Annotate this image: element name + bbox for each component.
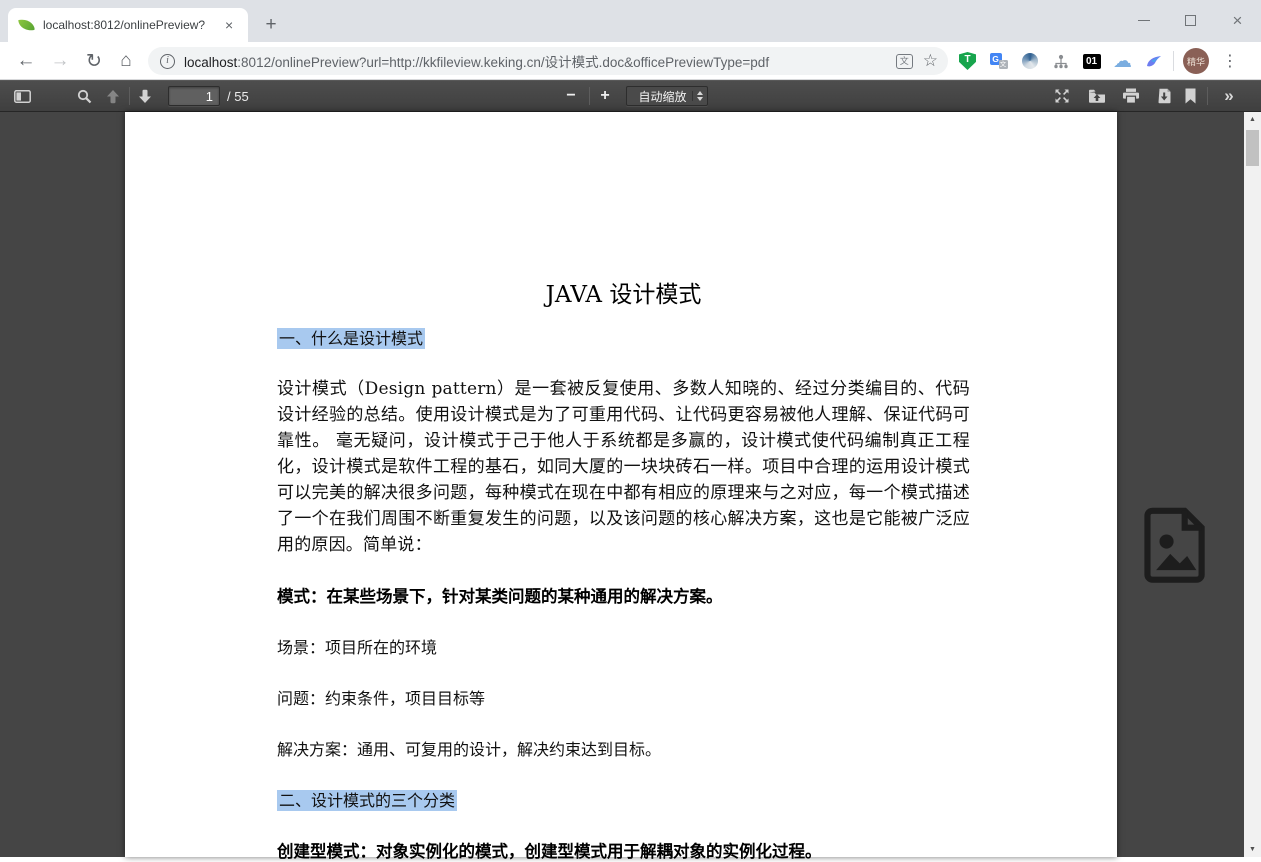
broken-image-icon	[1140, 504, 1214, 584]
extension-shield-button[interactable]: T	[952, 42, 983, 80]
scroll-up-arrow[interactable]: ▲	[1244, 112, 1261, 127]
address-bar[interactable]: i localhost:8012/onlinePreview?url=http:…	[148, 47, 948, 75]
browser-menu-button[interactable]: ⋮	[1214, 51, 1246, 71]
bird-icon	[1145, 53, 1163, 69]
sitemap-icon	[1053, 54, 1069, 69]
reload-button[interactable]: ↻	[80, 42, 108, 80]
select-arrows-icon	[692, 91, 703, 101]
01-badge-icon: 01	[1083, 54, 1101, 69]
fullscreen-icon	[1054, 88, 1070, 104]
window-controls: ×	[1120, 0, 1261, 40]
doc-bold-line: 创建型模式：对象实例化的模式，创建型模式用于解耦对象的实例化过程。	[277, 838, 970, 862]
scrollbar-thumb[interactable]	[1246, 130, 1259, 166]
bookmark-star-icon[interactable]: ☆	[923, 51, 938, 71]
page-number-input[interactable]	[168, 86, 220, 106]
page-count-label: / 55	[227, 80, 249, 112]
toolbar-divider	[1207, 87, 1208, 105]
tab-title: localhost:8012/onlinePreview?	[43, 18, 221, 32]
zoom-in-button[interactable]: +	[592, 80, 618, 112]
open-folder-icon	[1088, 89, 1106, 103]
translate-page-icon[interactable]: 文	[896, 54, 913, 69]
search-button[interactable]	[70, 80, 98, 112]
profile-avatar[interactable]: 精华	[1183, 48, 1209, 74]
zoom-level-select[interactable]: 自动缩放	[626, 86, 708, 106]
forward-button[interactable]: →	[46, 42, 74, 80]
zoom-level-value: 自动缩放	[637, 88, 688, 105]
previous-page-button[interactable]	[100, 80, 126, 112]
minimize-button[interactable]	[1120, 0, 1167, 40]
vertical-scrollbar[interactable]: ▲ ▼	[1244, 112, 1261, 857]
doc-line: 场景：项目所在的环境	[277, 634, 970, 658]
doc-heading-1: 一、什么是设计模式	[277, 325, 970, 349]
url-text[interactable]: localhost:8012/onlinePreview?url=http://…	[184, 51, 888, 71]
doc-heading-2: 二、设计模式的三个分类	[277, 787, 970, 811]
spring-leaf-favicon	[18, 17, 35, 34]
download-button[interactable]	[1150, 80, 1178, 112]
extension-row: T G 文 01 ☁	[952, 42, 1246, 80]
url-path: :8012/onlinePreview?url=http://kkfilevie…	[237, 55, 769, 70]
extension-sitemap-button[interactable]	[1045, 42, 1076, 80]
extension-swirl-button[interactable]	[1014, 42, 1045, 80]
arrow-up-icon	[106, 89, 120, 104]
toggle-sidebar-button[interactable]	[8, 80, 36, 112]
maximize-icon	[1185, 15, 1196, 26]
maximize-button[interactable]	[1167, 0, 1214, 40]
download-icon	[1157, 88, 1172, 104]
translate-icon: G 文	[990, 53, 1008, 69]
tab-strip: localhost:8012/onlinePreview? × + ×	[0, 0, 1261, 42]
browser-toolbar: ← → ↻ ⌂ i localhost:8012/onlinePreview?u…	[0, 42, 1261, 80]
open-file-button[interactable]	[1082, 80, 1112, 112]
browser-tab[interactable]: localhost:8012/onlinePreview? ×	[8, 8, 248, 42]
bookmark-view-button[interactable]	[1178, 80, 1202, 112]
cloud-icon: ☁	[1113, 52, 1132, 71]
toolbar-divider	[129, 87, 130, 105]
extension-cloud-button[interactable]: ☁	[1107, 42, 1138, 80]
doc-line: 解决方案：通用、可复用的设计，解决约束达到目标。	[277, 736, 970, 760]
extension-bird-button[interactable]	[1138, 42, 1169, 80]
print-button[interactable]	[1116, 80, 1146, 112]
zoom-out-button[interactable]: −	[558, 80, 584, 112]
document-title: JAVA 设计模式	[277, 275, 970, 309]
arrow-down-icon	[138, 89, 152, 104]
extension-01-button[interactable]: 01	[1076, 42, 1107, 80]
shield-icon: T	[959, 52, 976, 70]
next-page-button[interactable]	[132, 80, 158, 112]
pdf-page: JAVA 设计模式 一、什么是设计模式 设计模式（Design pattern）…	[125, 112, 1117, 857]
minimize-icon	[1138, 20, 1150, 21]
doc-bold-line: 模式：在某些场景下，针对某类问题的某种通用的解决方案。	[277, 583, 970, 607]
search-icon	[77, 89, 92, 104]
bookmark-icon	[1185, 88, 1196, 104]
new-tab-button[interactable]: +	[258, 12, 284, 38]
doc-paragraph: 设计模式（Design pattern）是一套被反复使用、多数人知晓的、经过分类…	[277, 376, 970, 558]
close-button[interactable]: ×	[1214, 0, 1261, 40]
close-icon: ×	[1233, 12, 1243, 29]
presentation-mode-button[interactable]	[1048, 80, 1076, 112]
doc-line: 问题：约束条件，项目目标等	[277, 685, 970, 709]
toolbar-divider	[589, 87, 590, 105]
toolbar-divider	[1173, 51, 1174, 71]
sidebar-icon	[14, 90, 31, 103]
more-tools-button[interactable]: »	[1214, 80, 1244, 112]
page-info-icon[interactable]: i	[160, 54, 175, 69]
home-button[interactable]: ⌂	[112, 42, 140, 80]
url-host: localhost	[184, 55, 237, 70]
extension-translate-button[interactable]: G 文	[983, 42, 1014, 80]
back-button[interactable]: ←	[12, 42, 40, 80]
scroll-down-arrow[interactable]: ▼	[1244, 842, 1261, 857]
tab-close-icon[interactable]: ×	[225, 17, 233, 33]
pdf-viewer-area: JAVA 设计模式 一、什么是设计模式 设计模式（Design pattern）…	[0, 112, 1261, 857]
printer-icon	[1122, 88, 1140, 104]
pdf-toolbar: / 55 − + 自动缩放	[0, 80, 1261, 112]
swirl-icon	[1022, 53, 1038, 69]
